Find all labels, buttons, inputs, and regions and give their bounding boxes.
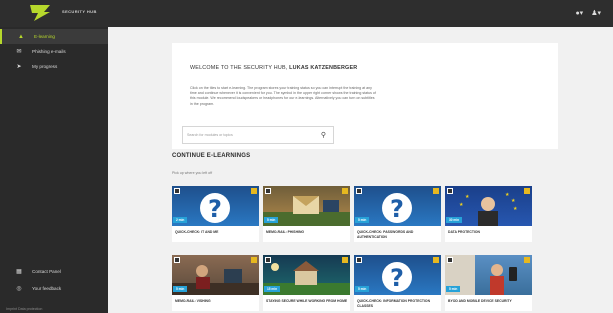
course-title: MEMO-RAIL: VISHING xyxy=(175,299,211,303)
course-card[interactable]: ? 5 min QUICK-CHECK: PASSWORDS AND AUTHE… xyxy=(354,186,441,242)
svg-text:?: ? xyxy=(390,264,404,292)
course-title: STAYING SECURE WHILE WORKING FROM HOME xyxy=(266,299,348,303)
sidebar-footer-links[interactable]: Imprint Data protection xyxy=(6,307,42,311)
duration-badge: 5 min xyxy=(355,286,370,292)
welcome-text: Click on the tiles to start e-learning. … xyxy=(190,86,376,106)
module-type-icon xyxy=(356,188,362,194)
top-bar: SECURITY HUB ●▾ ♟▾ xyxy=(0,0,613,27)
status-badge xyxy=(342,257,348,263)
svg-text:★: ★ xyxy=(513,206,518,212)
duration-badge: 15 min xyxy=(264,286,281,292)
duration-badge: 5 min xyxy=(355,217,370,223)
main-content: WELCOME TO THE SECURITY HUB, LUKAS KATZE… xyxy=(108,27,613,313)
svg-text:★: ★ xyxy=(505,192,510,198)
status-badge xyxy=(433,188,439,194)
course-thumbnail: 15 min xyxy=(263,255,350,295)
status-badge xyxy=(433,257,439,263)
search-placeholder: Search for modules or topics xyxy=(187,133,233,137)
svg-text:★: ★ xyxy=(459,202,464,208)
course-thumbnail: ? 2 min xyxy=(172,186,259,226)
course-thumbnail: 5 min xyxy=(263,186,350,226)
status-badge xyxy=(524,257,530,263)
progress-icon: ➤ xyxy=(16,64,22,70)
course-title: QUICK-CHECK: IT AND ME xyxy=(175,230,219,234)
svg-text:?: ? xyxy=(208,195,222,223)
status-badge xyxy=(251,188,257,194)
duration-badge: 5 min xyxy=(264,217,279,223)
course-title: DATA PROTECTION xyxy=(448,230,480,234)
module-type-icon xyxy=(174,257,180,263)
svg-text:★: ★ xyxy=(465,194,470,200)
svg-text:★: ★ xyxy=(511,198,516,204)
status-badge xyxy=(342,188,348,194)
course-card[interactable]: 5 min MEMO-RAIL: VISHING xyxy=(172,255,259,311)
status-badge xyxy=(251,257,257,263)
welcome-title: WELCOME TO THE SECURITY HUB, LUKAS KATZE… xyxy=(190,65,358,71)
user-icon[interactable]: ♟▾ xyxy=(591,9,601,17)
contact-icon: ▦ xyxy=(16,269,22,275)
course-card[interactable]: ? 2 min QUICK-CHECK: IT AND ME xyxy=(172,186,259,242)
sidebar-item-my-progress[interactable]: ➤ My progress xyxy=(0,59,108,74)
module-type-icon xyxy=(265,257,271,263)
module-type-icon xyxy=(174,188,180,194)
sidebar-item-label: E-learning xyxy=(34,34,55,39)
sidebar-item-label: Phishing e-mails xyxy=(32,49,66,54)
course-thumbnail: ? 5 min xyxy=(354,186,441,226)
course-card[interactable]: ★ ★ ★ ★ ★ 30 min DATA PROTECTION xyxy=(445,186,532,242)
status-badge xyxy=(524,188,530,194)
svg-text:?: ? xyxy=(390,195,404,223)
course-thumbnail: 5 min xyxy=(172,255,259,295)
module-type-icon xyxy=(447,188,453,194)
course-thumbnail: 5 min xyxy=(445,255,532,295)
module-type-icon xyxy=(265,188,271,194)
search-input[interactable]: Search for modules or topics ⚲ xyxy=(182,126,334,144)
sidebar-item-label: My progress xyxy=(32,64,58,69)
graduation-cap-icon: ▲ xyxy=(18,33,24,40)
sidebar: ▲ E-learning ✉ Phishing e-mails ➤ My pro… xyxy=(0,27,108,313)
welcome-panel: WELCOME TO THE SECURITY HUB, LUKAS KATZE… xyxy=(172,43,558,149)
module-type-icon xyxy=(356,257,362,263)
continue-section-subtitle: Pick up where you left off xyxy=(172,171,213,175)
sidebar-item-label: Your feedback xyxy=(32,286,62,291)
duration-badge: 5 min xyxy=(446,286,461,292)
duration-badge: 2 min xyxy=(173,217,188,223)
feedback-icon: ◎ xyxy=(16,286,22,292)
app-name: SECURITY HUB xyxy=(62,9,97,14)
duration-badge: 30 min xyxy=(446,217,463,223)
course-card[interactable]: 15 min STAYING SECURE WHILE WORKING FROM… xyxy=(263,255,350,311)
course-card[interactable]: 5 min MEMO-RAIL: PHISHING xyxy=(263,186,350,242)
course-title: MEMO-RAIL: PHISHING xyxy=(266,230,305,234)
security-hub-logo[interactable] xyxy=(30,5,50,21)
mail-icon: ✉ xyxy=(16,49,22,55)
course-card[interactable]: 5 min BYOD AND MOBILE DEVICE SECURITY xyxy=(445,255,532,311)
sidebar-item-label: Contact Panel xyxy=(32,269,61,274)
course-thumbnail: ? 5 min xyxy=(354,255,441,295)
sidebar-item-contact-panel[interactable]: ▦ Contact Panel xyxy=(0,264,108,279)
sidebar-item-your-feedback[interactable]: ◎ Your feedback xyxy=(0,281,108,296)
search-icon[interactable]: ⚲ xyxy=(321,131,326,139)
continue-section-title: CONTINUE E-LEARNINGS xyxy=(172,153,251,159)
sidebar-item-e-learning[interactable]: ▲ E-learning xyxy=(0,29,108,44)
module-type-icon xyxy=(447,257,453,263)
course-title: BYOD AND MOBILE DEVICE SECURITY xyxy=(448,299,512,303)
course-thumbnail: ★ ★ ★ ★ ★ 30 min xyxy=(445,186,532,226)
course-title: QUICK-CHECK: INFORMATION PROTECTION CLAS… xyxy=(357,299,431,308)
course-title: QUICK-CHECK: PASSWORDS AND AUTHENTICATIO… xyxy=(357,230,414,239)
globe-icon[interactable]: ●▾ xyxy=(575,9,583,17)
sidebar-item-phishing-emails[interactable]: ✉ Phishing e-mails xyxy=(0,44,108,59)
course-card[interactable]: ? 5 min QUICK-CHECK: INFORMATION PROTECT… xyxy=(354,255,441,311)
duration-badge: 5 min xyxy=(173,286,188,292)
